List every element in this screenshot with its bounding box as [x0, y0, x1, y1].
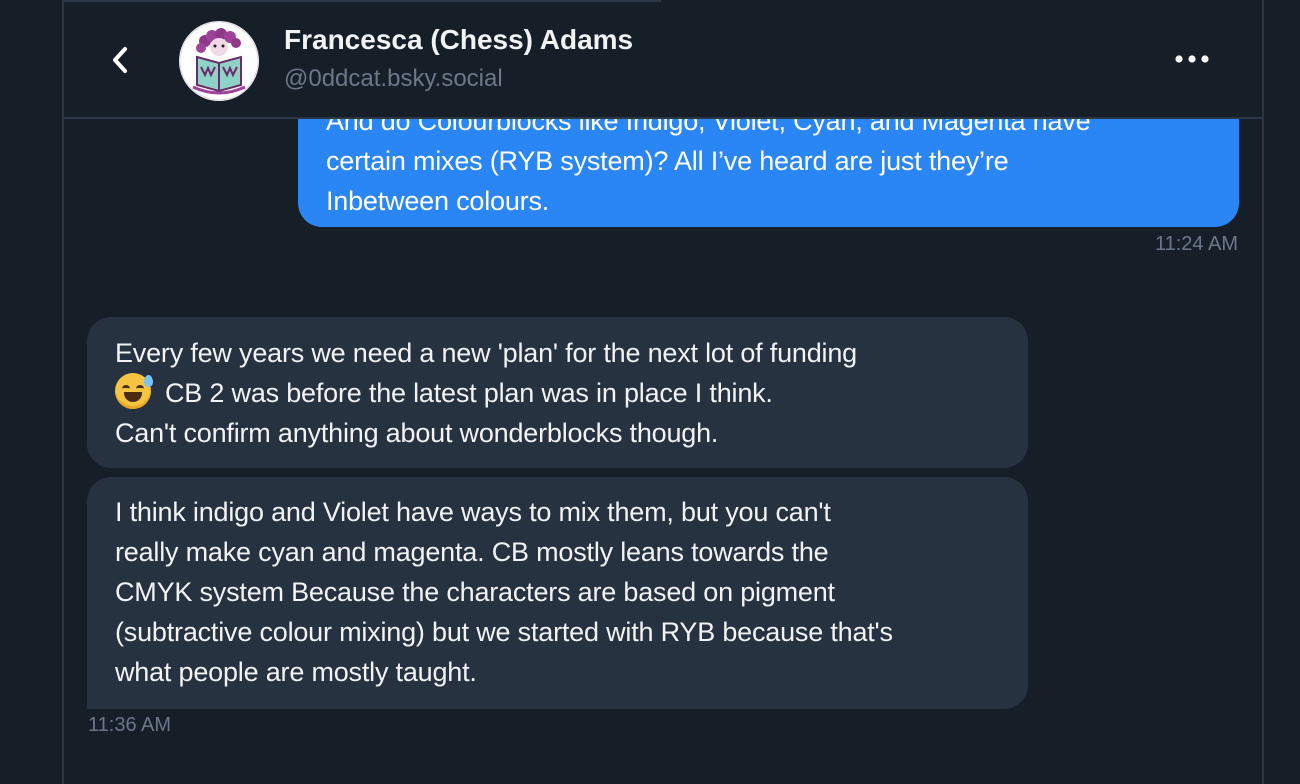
message-line: really make cyan and magenta. CB mostly … — [115, 537, 829, 567]
conversation-header: Francesca (Chess) Adams @0ddcat.bsky.soc… — [64, 2, 1262, 119]
back-button[interactable] — [98, 38, 142, 82]
message-timestamp: 11:36 AM — [88, 714, 172, 736]
message-line-text: CB 2 was before the latest plan was in p… — [165, 378, 773, 408]
message-bubble-received[interactable]: Every few years we need a new 'plan' for… — [87, 317, 1028, 468]
avatar[interactable] — [179, 21, 259, 101]
message-line: CMYK system Because the characters are b… — [115, 577, 835, 607]
grinning-face-with-sweat-emoji — [115, 373, 153, 409]
chevron-left-icon — [113, 47, 127, 73]
message-line: Inbetween colours. — [326, 186, 550, 216]
message-bubble-received[interactable]: I think indigo and Violet have ways to m… — [87, 477, 1028, 709]
message-line: certain mixes (RYB system)? All I’ve hea… — [326, 146, 1009, 176]
profile-name[interactable]: Francesca (Chess) Adams — [284, 24, 633, 56]
profile-handle[interactable]: @0ddcat.bsky.social — [284, 65, 503, 93]
more-options-button[interactable] — [1170, 40, 1214, 78]
message-line: Can't confirm anything about wonderblock… — [115, 418, 719, 448]
frame-border-right — [1262, 0, 1264, 784]
more-horizontal-icon — [1175, 55, 1209, 63]
message-line: CB 2 was before the latest plan was in p… — [115, 373, 1000, 413]
chat-screen: And do Colourblocks like Indigo, Violet,… — [0, 0, 1300, 784]
message-line: I think indigo and Violet have ways to m… — [115, 497, 831, 527]
message-line: what people are mostly taught. — [115, 657, 477, 687]
message-line: (subtractive colour mixing) but we start… — [115, 617, 893, 647]
message-line: Every few years we need a new 'plan' for… — [115, 338, 857, 368]
message-timestamp: 11:24 AM — [1154, 233, 1238, 255]
avatar-image — [179, 21, 259, 101]
